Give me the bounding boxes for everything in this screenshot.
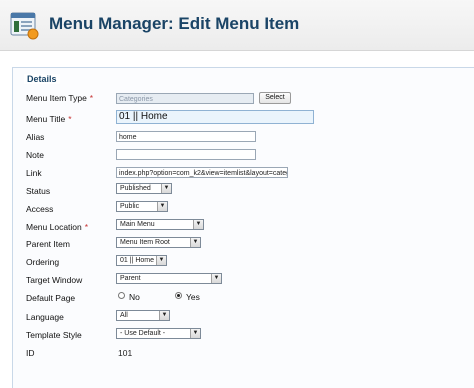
menu-title-label: Menu Title * [26,114,72,124]
chevron-down-icon: ▼ [190,238,200,247]
parent-item-label: Parent Item [26,239,70,249]
menu-item-type-field: Categories [116,93,254,104]
chevron-down-icon: ▼ [190,329,200,338]
language-select[interactable]: All ▼ [116,310,170,321]
default-page-yes-radio[interactable] [175,292,182,299]
alias-label: Alias [26,132,45,142]
target-window-label: Target Window [26,275,83,285]
id-label: ID [26,348,35,358]
required-mark: * [89,93,94,103]
template-style-select[interactable]: - Use Default - ▼ [116,328,201,339]
access-label: Access [26,204,54,214]
access-select[interactable]: Public ▼ [116,201,168,212]
page-title: Menu Manager: Edit Menu Item [49,14,300,33]
page-header: Menu Manager: Edit Menu Item [0,0,474,51]
note-label: Note [26,150,44,160]
ordering-select[interactable]: 01 || Home ▼ [116,255,167,266]
ordering-label: Ordering [26,257,60,267]
details-legend: Details [24,74,60,84]
required-mark: * [84,222,89,232]
link-label: Link [26,168,42,178]
menu-manager-icon [10,12,39,40]
link-input[interactable]: index.php?option=com_k2&view=itemlist&la… [116,167,288,178]
chevron-down-icon: ▼ [211,274,221,283]
chevron-down-icon: ▼ [157,202,167,211]
parent-item-select[interactable]: Menu Item Root ▼ [116,237,201,248]
chevron-down-icon: ▼ [193,220,203,229]
chevron-down-icon: ▼ [156,256,166,265]
required-mark: * [68,114,72,124]
menu-location-label: Menu Location * [26,222,89,232]
note-input[interactable] [116,149,256,160]
target-window-select[interactable]: Parent ▼ [116,273,222,284]
status-label: Status [26,186,51,196]
default-page-no-radio[interactable] [118,292,125,299]
select-menu-type-button[interactable]: Select [259,92,291,104]
chevron-down-icon: ▼ [161,184,171,193]
menu-location-select[interactable]: Main Menu ▼ [116,219,204,230]
id-value: 101 [118,348,133,358]
status-select[interactable]: Published ▼ [116,183,172,194]
default-page-yes-label: Yes [186,292,200,302]
language-label: Language [26,312,64,322]
menu-title-input[interactable]: 01 || Home [116,110,314,124]
default-page-no-label: No [129,292,140,302]
template-style-label: Template Style [26,330,82,340]
alias-input[interactable]: home [116,131,256,142]
default-page-label: Default Page [26,293,76,303]
chevron-down-icon: ▼ [159,311,169,320]
menu-item-type-label: Menu Item Type * [26,93,94,103]
